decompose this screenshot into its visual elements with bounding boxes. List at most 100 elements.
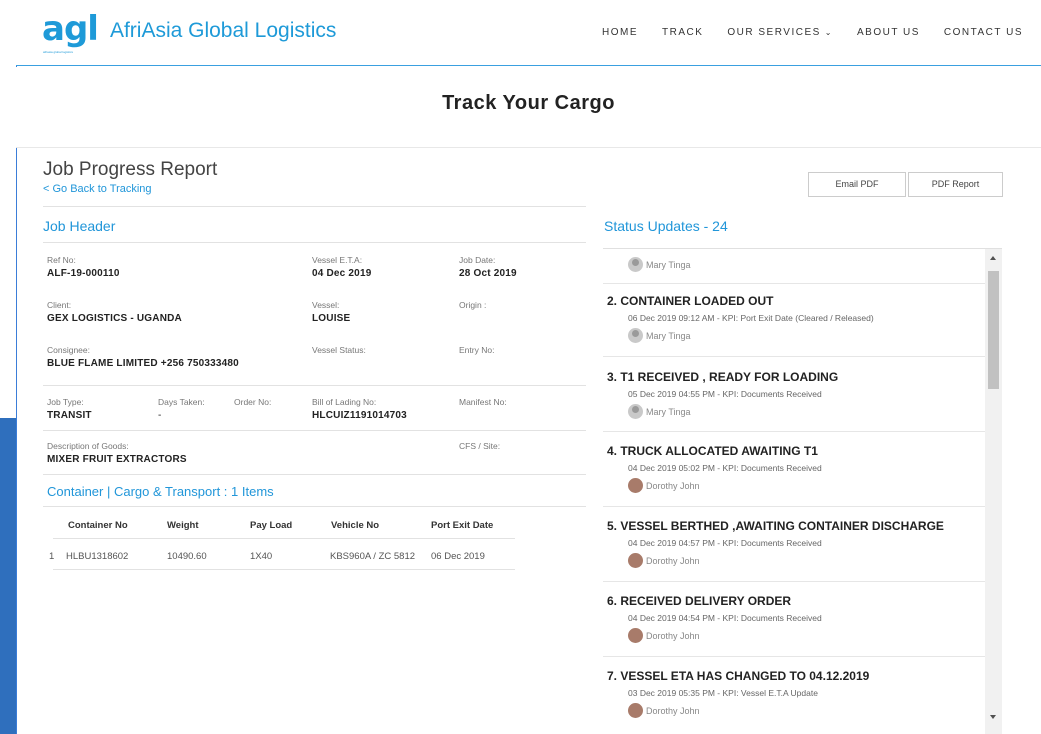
field-ref-no: Ref No: ALF-19-000110	[47, 255, 120, 279]
status-user: Mary Tinga	[628, 404, 691, 419]
field-cfs-site: CFS / Site:	[459, 441, 500, 454]
status-title: 4. TRUCK ALLOCATED AWAITING T1	[607, 444, 818, 458]
user-name: Mary Tinga	[646, 330, 691, 341]
vehicle-no-cell: KBS960A / ZC 5812	[330, 551, 416, 562]
status-user: Mary Tinga	[628, 328, 691, 343]
field-label: Job Type:	[47, 397, 84, 407]
email-pdf-button[interactable]: Email PDF	[808, 172, 906, 197]
field-label: Entry No:	[459, 345, 495, 355]
field-label: Consignee:	[47, 345, 91, 355]
avatar	[628, 404, 643, 419]
divider	[43, 430, 586, 431]
status-meta: 06 Dec 2019 09:12 AM - KPI: Port Exit Da…	[628, 313, 874, 323]
field-origin: Origin :	[459, 300, 486, 313]
field-value: 04 Dec 2019	[312, 268, 372, 279]
field-job-date: Job Date: 28 Oct 2019	[459, 255, 517, 279]
field-vessel-status: Vessel Status:	[312, 345, 366, 358]
job-header-title: Job Header	[43, 218, 116, 234]
site-header: agl afriasia global logistics AfriAsia G…	[16, 0, 1041, 66]
status-user: Mary Tinga	[628, 257, 691, 272]
avatar	[628, 478, 643, 493]
background-window-edge	[0, 418, 16, 734]
field-value: ALF-19-000110	[47, 268, 120, 279]
status-meta: 04 Dec 2019 05:02 PM - KPI: Documents Re…	[628, 463, 822, 473]
column-header: Container No	[68, 520, 128, 531]
pdf-report-button[interactable]: PDF Report	[908, 172, 1003, 197]
status-title: 3. T1 RECEIVED , READY FOR LOADING	[607, 370, 839, 384]
avatar	[628, 703, 643, 718]
nav-about-us[interactable]: ABOUT US	[857, 27, 920, 38]
nav-track[interactable]: TRACK	[662, 27, 703, 38]
nav-contact-us[interactable]: CONTACT US	[944, 27, 1023, 38]
chevron-down-icon: ⌄	[824, 28, 833, 37]
status-user: Dorothy John	[628, 703, 700, 718]
status-list-container[interactable]: Mary Tinga 2. CONTAINER LOADED OUT 06 De…	[603, 248, 1002, 734]
field-label: Description of Goods:	[47, 441, 129, 451]
field-value: TRANSIT	[47, 410, 92, 421]
divider	[43, 385, 586, 386]
scroll-down-arrow-icon[interactable]	[990, 715, 996, 719]
field-label: Client:	[47, 300, 72, 310]
status-item: 3. T1 RECEIVED , READY FOR LOADING 05 De…	[603, 357, 988, 432]
column-header: Port Exit Date	[431, 520, 494, 531]
table-divider	[53, 538, 515, 539]
field-consignee: Consignee: BLUE FLAME LIMITED +256 75033…	[47, 345, 239, 369]
status-list: Mary Tinga 2. CONTAINER LOADED OUT 06 De…	[603, 249, 988, 732]
user-name: Dorothy John	[646, 705, 700, 716]
field-label: Days Taken:	[158, 397, 205, 407]
port-exit-date-cell: 06 Dec 2019	[431, 551, 485, 562]
status-meta: 04 Dec 2019 04:54 PM - KPI: Documents Re…	[628, 613, 822, 623]
field-description: Description of Goods: MIXER FRUIT EXTRAC…	[47, 441, 187, 465]
page-title: Track Your Cargo	[442, 92, 615, 114]
logo-mark: agl	[42, 9, 99, 49]
status-title: 5. VESSEL BERTHED ,AWAITING CONTAINER DI…	[607, 519, 944, 533]
divider	[43, 206, 586, 207]
field-value: HLCUIZ1191014703	[312, 410, 407, 421]
nav-home[interactable]: HOME	[602, 27, 638, 38]
field-value: BLUE FLAME LIMITED +256 750333480	[47, 358, 239, 369]
status-title: 2. CONTAINER LOADED OUT	[607, 294, 774, 308]
field-days-taken: Days Taken: -	[158, 397, 205, 421]
field-label: CFS / Site:	[459, 441, 501, 451]
status-item: 5. VESSEL BERTHED ,AWAITING CONTAINER DI…	[603, 507, 988, 582]
field-value: GEX LOGISTICS - UGANDA	[47, 313, 182, 324]
status-meta: 04 Dec 2019 04:57 PM - KPI: Documents Re…	[628, 538, 822, 548]
field-label: Vessel Status:	[312, 345, 366, 355]
scroll-up-arrow-icon[interactable]	[990, 256, 996, 260]
column-header: Weight	[167, 520, 199, 531]
brand-logo[interactable]: agl afriasia global logistics AfriAsia G…	[42, 9, 336, 54]
status-item: 4. TRUCK ALLOCATED AWAITING T1 04 Dec 20…	[603, 432, 988, 507]
field-manifest-no: Manifest No:	[459, 397, 507, 410]
back-to-tracking-link[interactable]: < Go Back to Tracking	[43, 183, 152, 195]
field-label: Manifest No:	[459, 397, 507, 407]
field-vessel-eta: Vessel E.T.A: 04 Dec 2019	[312, 255, 371, 279]
field-bill-of-lading: Bill of Lading No: HLCUIZ1191014703	[312, 397, 407, 421]
status-item: Mary Tinga	[603, 249, 988, 284]
field-entry-no: Entry No:	[459, 345, 494, 358]
field-vessel: Vessel: LOUISE	[312, 300, 350, 324]
field-client: Client: GEX LOGISTICS - UGANDA	[47, 300, 182, 324]
avatar	[628, 257, 643, 272]
user-name: Mary Tinga	[646, 259, 691, 270]
row-index: 1	[49, 551, 55, 562]
nav-our-services[interactable]: OUR SERVICES ⌄	[727, 27, 833, 38]
status-user: Dorothy John	[628, 553, 700, 568]
user-name: Dorothy John	[646, 555, 700, 566]
user-name: Dorothy John	[646, 630, 700, 641]
user-name: Mary Tinga	[646, 406, 691, 417]
field-label: Vessel:	[312, 300, 340, 310]
scrollbar-thumb[interactable]	[988, 271, 999, 389]
status-item: 6. RECEIVED DELIVERY ORDER 04 Dec 2019 0…	[603, 582, 988, 657]
status-item: 2. CONTAINER LOADED OUT 06 Dec 2019 09:1…	[603, 284, 988, 357]
main-nav: HOME TRACK OUR SERVICES ⌄ ABOUT US CONTAC…	[578, 27, 1023, 38]
field-value: -	[158, 410, 162, 421]
payload-cell: 1X40	[250, 551, 273, 562]
avatar	[628, 328, 643, 343]
field-label: Origin :	[459, 300, 487, 310]
weight-cell: 10490.60	[167, 551, 207, 562]
status-user: Dorothy John	[628, 628, 700, 643]
divider	[43, 474, 586, 475]
status-title: 7. VESSEL ETA HAS CHANGED TO 04.12.2019	[607, 669, 870, 683]
title-band: Track Your Cargo	[16, 67, 1041, 148]
status-scrollbar[interactable]	[985, 249, 1002, 734]
